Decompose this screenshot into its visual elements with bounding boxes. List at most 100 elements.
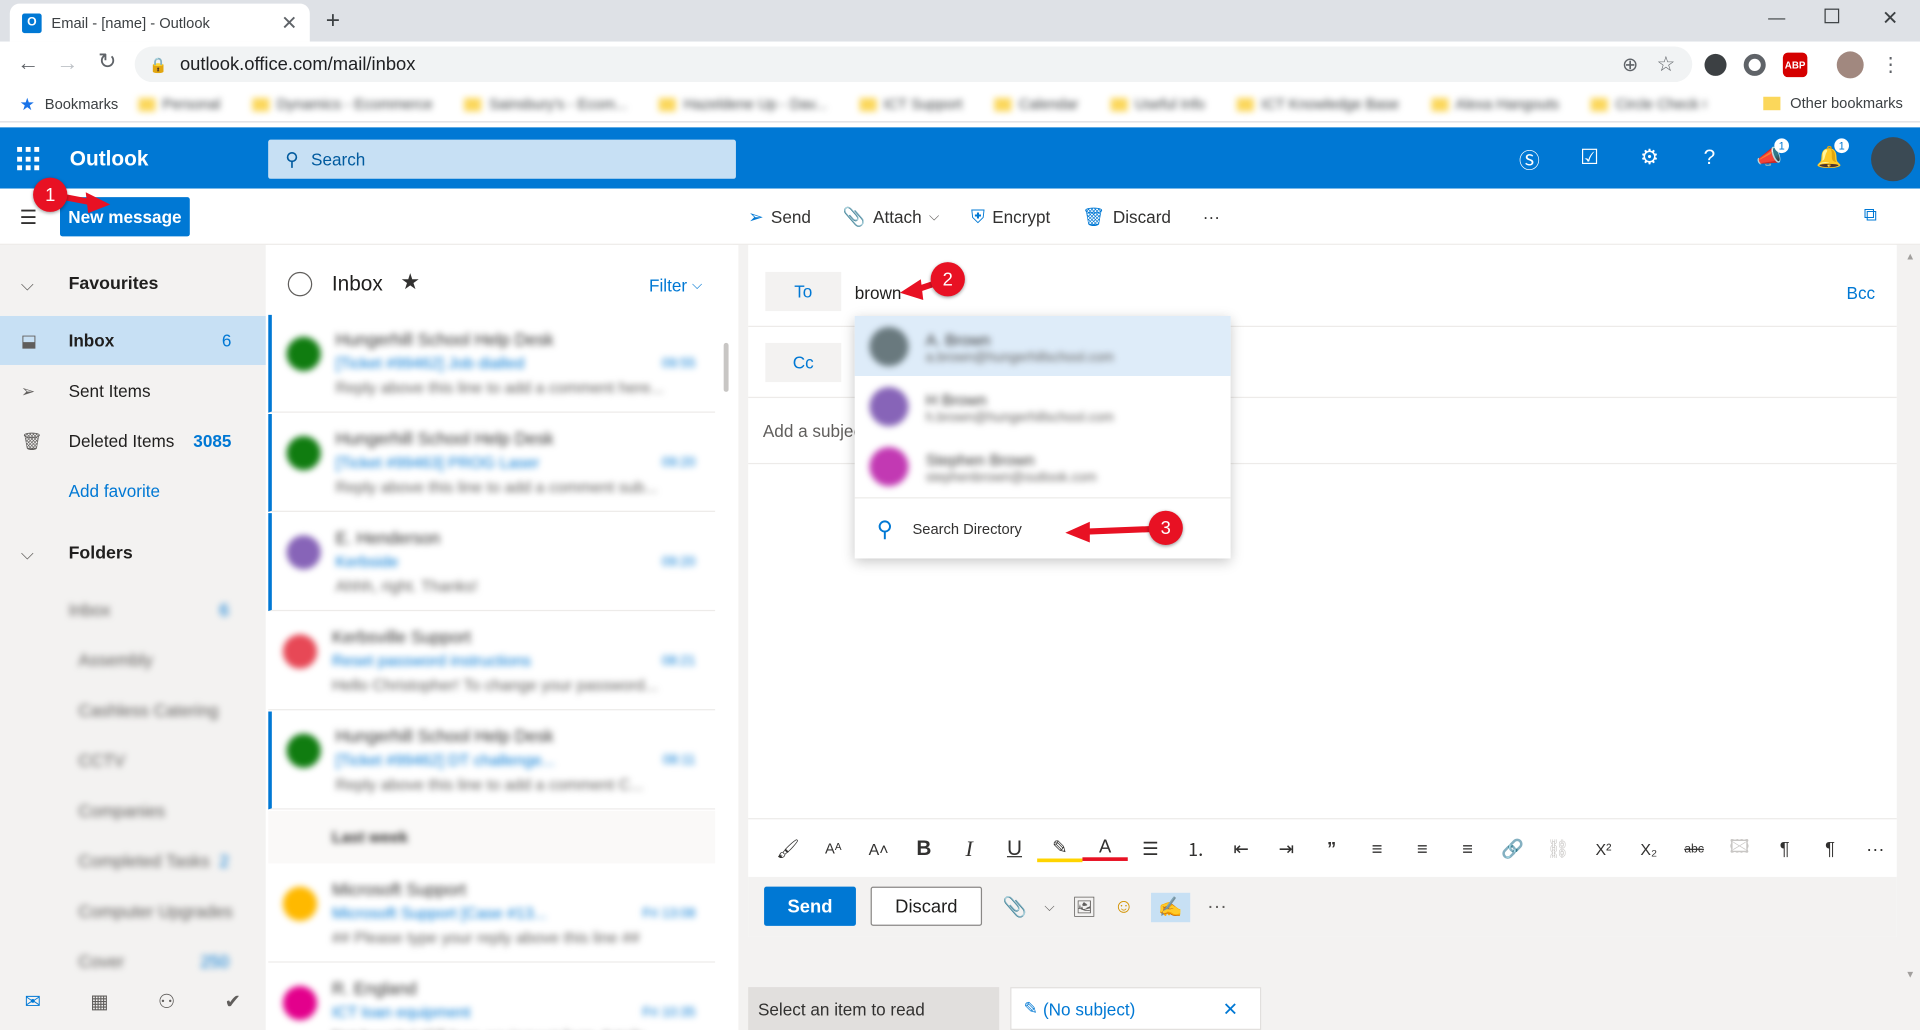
to-input[interactable]: brown — [855, 283, 902, 303]
compose-scrollbar[interactable]: ▲ ▼ — [1905, 251, 1915, 980]
discard-button[interactable]: Discard — [870, 886, 983, 926]
numbering-icon[interactable]: ⒈ — [1173, 836, 1218, 862]
app-launcher-icon[interactable] — [17, 146, 41, 171]
new-message-button[interactable]: New message — [60, 197, 190, 237]
bookmark-item[interactable]: Calendar — [994, 96, 1078, 113]
subject-input[interactable]: Add a subject — [763, 421, 855, 441]
bookmark-item[interactable]: ICT Support — [858, 96, 962, 113]
folder-item[interactable]: Cashless Catering — [0, 686, 266, 735]
forward-icon[interactable]: → — [56, 50, 78, 76]
encrypt-command[interactable]: ⛨ Encrypt — [971, 206, 1050, 227]
more-formatting-icon[interactable]: ··· — [1853, 838, 1898, 859]
scrollbar[interactable] — [723, 342, 729, 392]
close-tab-icon[interactable]: ✕ — [281, 10, 297, 34]
extension-icon[interactable] — [1704, 53, 1727, 76]
restore-icon[interactable] — [1824, 8, 1840, 24]
image-icon[interactable]: 🖼 — [1072, 895, 1097, 919]
grow-font-icon[interactable]: A˄ — [856, 840, 901, 858]
folder-item[interactable]: Companies — [0, 786, 266, 835]
new-tab-icon[interactable]: + — [326, 7, 340, 35]
message-item[interactable]: Hungerhill School Help Desk [Ticket #9946… — [268, 314, 716, 413]
bookmark-item[interactable]: Hazeldene Up - Dav... — [659, 96, 827, 113]
suggestion-item[interactable]: H Brown h.brown@hungerhillschool.com — [855, 376, 1231, 436]
back-icon[interactable]: ← — [17, 50, 39, 76]
add-icon[interactable]: ⊕ — [1622, 52, 1638, 76]
nav-item-sent[interactable]: ➢ Sent Items — [0, 366, 266, 415]
quote-icon[interactable]: ” — [1309, 838, 1354, 859]
message-item[interactable]: Hungerhill School Help Desk [Ticket #9946… — [268, 711, 716, 810]
folder-item[interactable]: Computer Upgrades — [0, 887, 266, 936]
filter-button[interactable]: Filter ⌵ — [649, 276, 702, 296]
folder-item[interactable]: Assembly — [0, 636, 266, 685]
user-avatar[interactable] — [1871, 137, 1916, 182]
align-left-icon[interactable]: ≡ — [1354, 838, 1399, 859]
select-all-icon[interactable] — [287, 271, 313, 297]
nav-item-deleted[interactable]: 🗑 Deleted Items 3085 — [0, 416, 266, 465]
reading-tab[interactable]: Select an item to read — [748, 987, 1000, 1030]
profile-avatar[interactable] — [1836, 51, 1864, 79]
extension-icon[interactable] — [1743, 53, 1766, 76]
chevron-down-icon[interactable]: ⌵ — [1044, 900, 1054, 916]
draft-tab[interactable]: ✎ (No subject) ✕ — [1010, 987, 1262, 1030]
settings-gear-icon[interactable]: ⚙ — [1627, 136, 1671, 180]
app-name[interactable]: Outlook — [70, 147, 149, 171]
suggestion-item[interactable]: A. Brown a.brown@hungerhillschool.com — [854, 315, 1231, 376]
paperclip-icon[interactable]: 📎 — [1003, 895, 1027, 919]
emoji-icon[interactable]: ☺ — [1114, 896, 1134, 918]
bullets-icon[interactable]: ☰ — [1128, 838, 1173, 860]
close-window-icon[interactable]: ✕ — [1882, 6, 1898, 30]
favorite-star-icon[interactable]: ★ — [400, 269, 420, 295]
nav-item-inbox[interactable]: ⬓ Inbox 6 — [0, 315, 266, 365]
calendar-icon[interactable]: ▦ — [90, 990, 109, 1014]
italic-icon[interactable]: I — [947, 836, 992, 862]
bookmark-item[interactable]: Sainsbury's - Ecom... — [464, 96, 627, 113]
ltr-icon[interactable]: ¶ — [1762, 838, 1807, 859]
bookmark-item[interactable]: Circle Check Online — [1591, 96, 1705, 113]
bookmark-item[interactable]: Dynamics - Ecommerce — [252, 96, 433, 113]
help-icon[interactable]: ? — [1687, 136, 1731, 180]
align-center-icon[interactable]: ≡ — [1400, 838, 1445, 859]
other-bookmarks[interactable]: Other bookmarks — [1763, 94, 1903, 111]
adblock-icon[interactable]: ABP — [1782, 52, 1808, 78]
insert-image-icon[interactable]: 🖾 — [1717, 833, 1762, 864]
more-options-icon[interactable]: ··· — [1203, 207, 1220, 227]
folders-header[interactable]: ⌵ Folders — [0, 529, 266, 578]
bold-icon[interactable]: B — [901, 836, 946, 860]
bookmark-item[interactable]: Personal — [137, 96, 220, 113]
rtl-icon[interactable]: ¶ — [1807, 838, 1852, 859]
bookmark-item[interactable]: Useful Info — [1110, 96, 1205, 113]
folder-item[interactable]: Inbox 6 — [0, 585, 266, 634]
chevron-down-icon[interactable]: ⌵ — [929, 209, 939, 225]
suggestion-item[interactable]: Stephen Brown stephenbrown@outlook.com — [855, 436, 1231, 496]
hamburger-menu-icon[interactable]: ☰ — [20, 206, 38, 230]
people-icon[interactable]: ⚇ — [158, 990, 176, 1014]
menu-icon[interactable]: ⋮ — [1881, 53, 1901, 77]
bookmarks-label[interactable]: Bookmarks — [45, 96, 119, 113]
tasks-icon[interactable]: ✔ — [225, 990, 241, 1014]
superscript-icon[interactable]: X² — [1581, 840, 1626, 858]
strikethrough-icon[interactable]: abc — [1671, 842, 1716, 855]
decrease-indent-icon[interactable]: ⇤ — [1218, 838, 1263, 860]
message-item[interactable]: Kerbsville Support Reset password instruc… — [268, 612, 716, 711]
pop-out-icon[interactable]: ⧉ — [1864, 205, 1877, 226]
minimize-icon[interactable]: — — [1768, 7, 1785, 27]
highlight-icon[interactable]: ✎ — [1037, 836, 1083, 862]
editor-icon[interactable]: ✍ — [1150, 892, 1191, 923]
more-options-icon[interactable]: ··· — [1207, 896, 1227, 918]
folder-item[interactable]: Completed Tasks 2 — [0, 836, 266, 885]
font-size-icon[interactable]: Aᴬ — [811, 840, 856, 857]
search-box[interactable]: ⚲ Search — [268, 139, 736, 179]
subscript-icon[interactable]: X₂ — [1626, 840, 1671, 858]
underline-icon[interactable]: U — [992, 836, 1037, 860]
bookmark-item[interactable]: ICT Knowledge Base — [1236, 96, 1399, 113]
send-button[interactable]: Send — [764, 886, 856, 926]
link-icon[interactable]: 🔗 — [1490, 838, 1535, 860]
message-item[interactable]: Hungerhill School Help Desk [Ticket #9946… — [268, 413, 716, 512]
message-item[interactable]: Microsoft Support Microsoft Support [Case… — [268, 865, 716, 963]
send-command[interactable]: ➢ Send — [748, 206, 811, 228]
message-item[interactable]: E. Henderson Kerbside Ahhh, right. Thanks!… — [268, 513, 716, 612]
add-favorite-link[interactable]: Add favorite — [0, 467, 266, 516]
to-button[interactable]: To — [765, 271, 842, 312]
feedback-icon[interactable]: 📣 1 — [1747, 136, 1791, 180]
increase-indent-icon[interactable]: ⇥ — [1264, 838, 1309, 860]
